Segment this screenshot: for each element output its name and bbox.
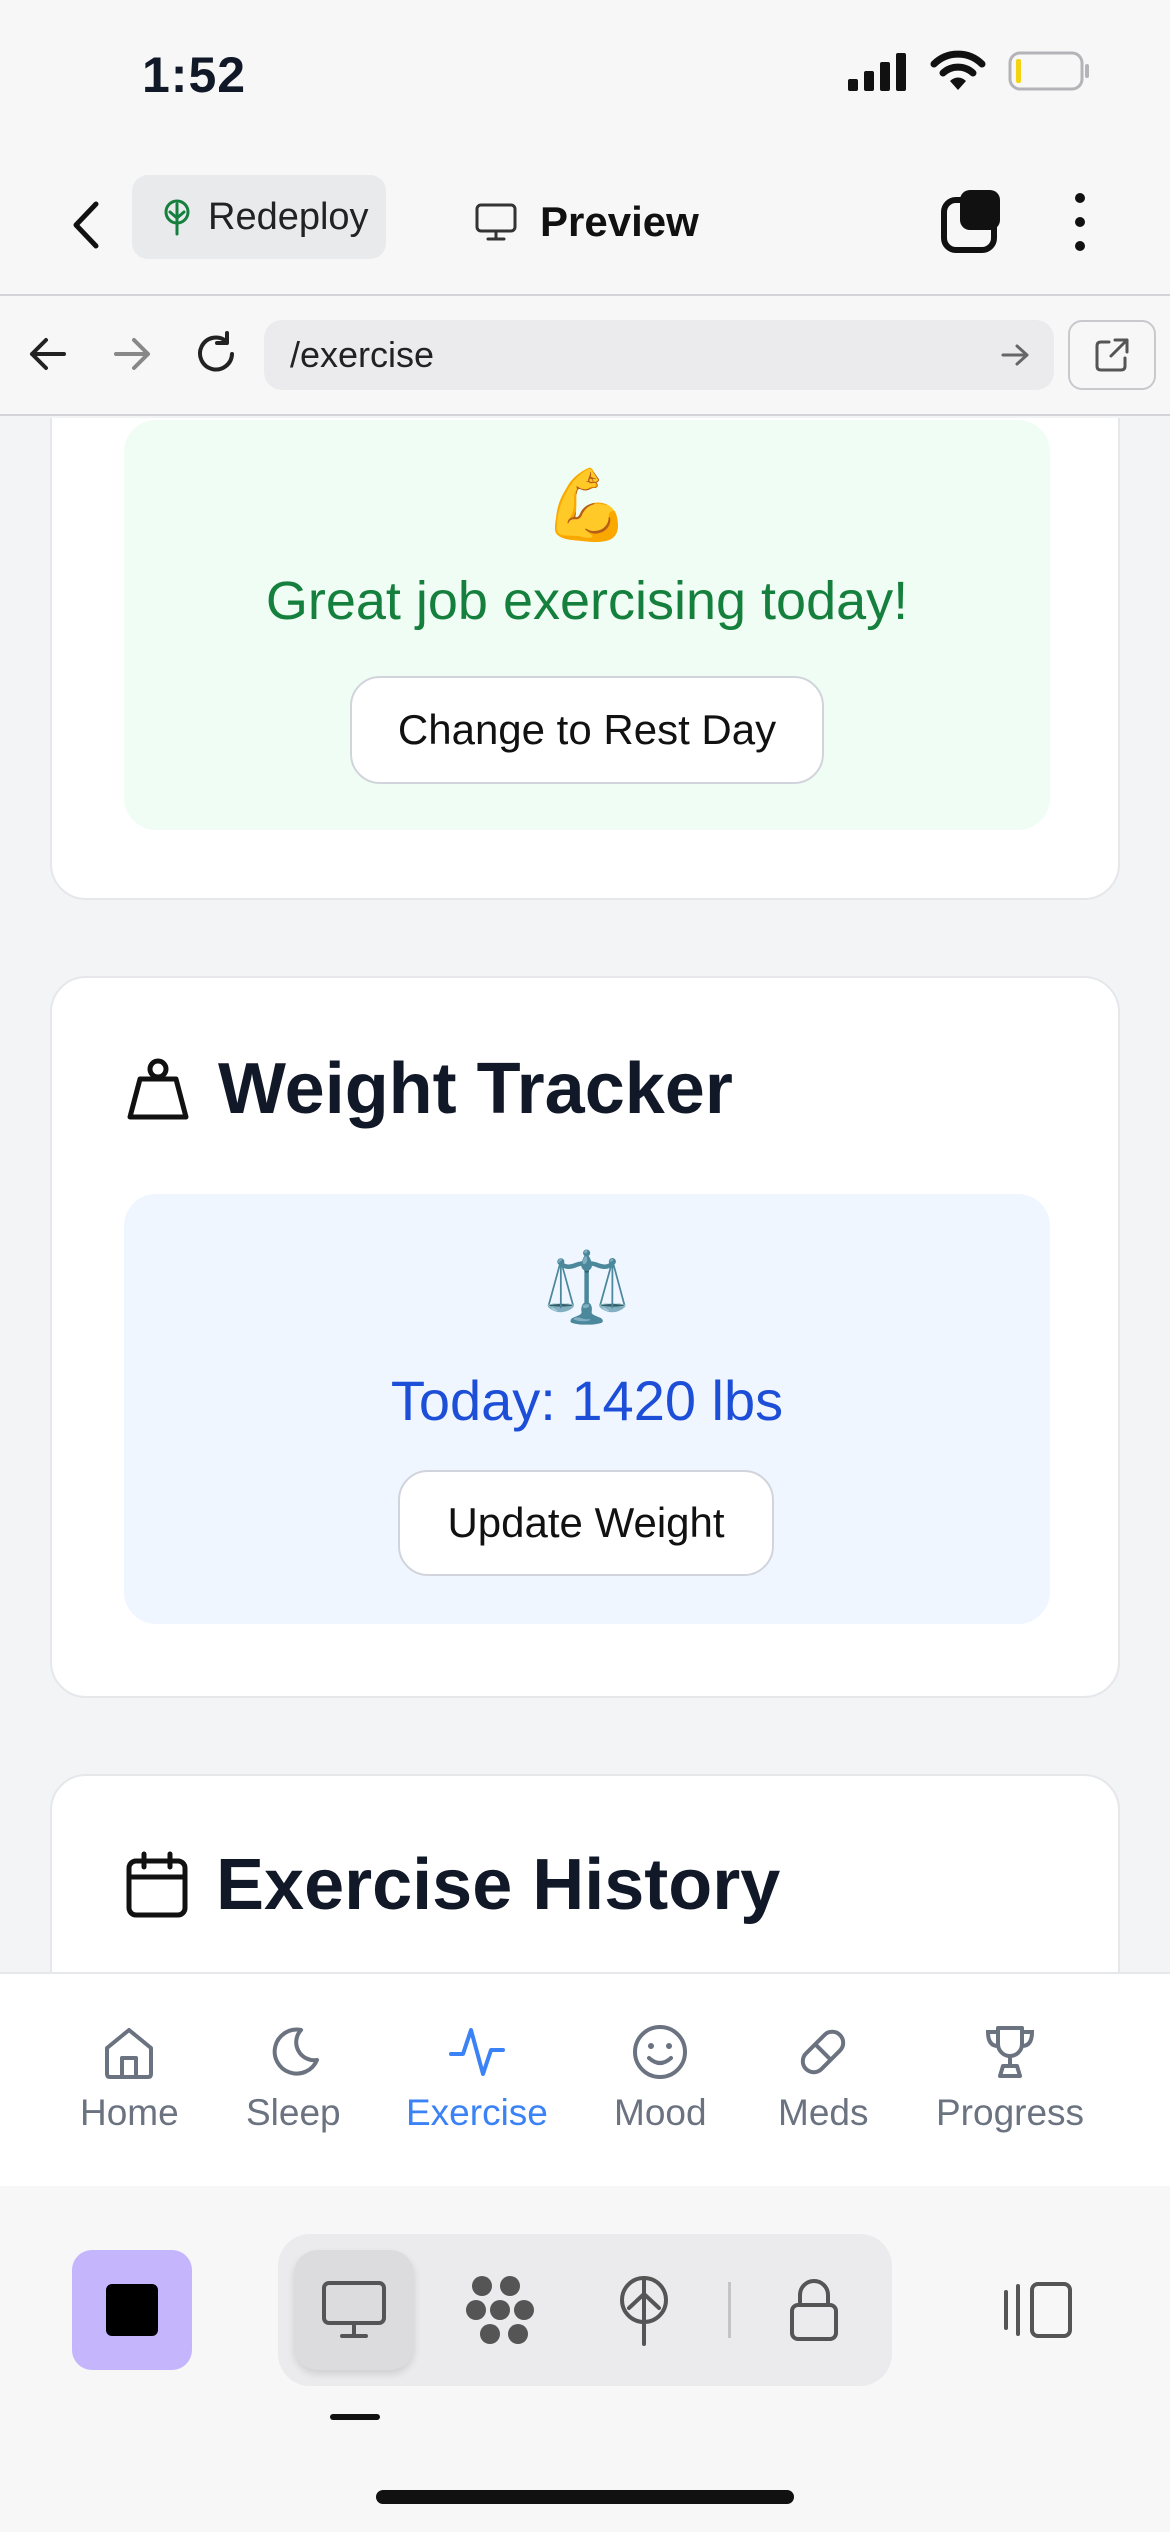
- preview-tab[interactable]: Preview: [474, 190, 699, 254]
- exercise-status-card: 💪 Great job exercising today! Change to …: [50, 418, 1120, 900]
- chevron-left-icon: [73, 201, 99, 249]
- smile-icon: [633, 2025, 688, 2079]
- tabs-icon: [941, 190, 1000, 253]
- pill-icon: [801, 2029, 846, 2075]
- status-bar: 1:52: [0, 0, 1170, 150]
- browser-forward-button[interactable]: [102, 324, 162, 384]
- browser-back-button[interactable]: [18, 324, 78, 384]
- nav-item-mood[interactable]: Mood: [614, 2022, 707, 2134]
- nav-item-progress[interactable]: Progress: [936, 2022, 1084, 2134]
- split-view-button[interactable]: [990, 2250, 1086, 2370]
- battery-icon: [1008, 51, 1089, 91]
- lock-tool-button[interactable]: [754, 2250, 874, 2370]
- more-options-button[interactable]: [1056, 186, 1104, 258]
- redeploy-button[interactable]: Redeploy: [132, 175, 386, 259]
- nav-label-home: Home: [80, 2092, 179, 2133]
- trophy-icon: [986, 2026, 1035, 2078]
- back-button[interactable]: [56, 190, 116, 260]
- exercise-history-title: Exercise History: [216, 1845, 781, 1925]
- dot-icon: [1075, 241, 1085, 251]
- nav-label-meds: Meds: [778, 2092, 869, 2133]
- moon-icon: [273, 2027, 320, 2076]
- preview-label: Preview: [540, 198, 699, 245]
- lock-icon: [790, 2279, 838, 2341]
- browser-bar: /exercise: [0, 296, 1170, 416]
- exercise-status-panel: 💪 Great job exercising today! Change to …: [124, 420, 1050, 830]
- dot-icon: [1075, 217, 1085, 227]
- preview-tool-button[interactable]: [294, 2250, 414, 2370]
- bottom-toolbar: [0, 2186, 1170, 2532]
- activity-icon: [448, 2028, 505, 2076]
- status-time: 1:52: [142, 47, 247, 103]
- exercise-message: Great job exercising today!: [265, 571, 909, 631]
- tree-icon: [164, 199, 190, 236]
- nav-item-home[interactable]: Home: [80, 2022, 179, 2134]
- home-indicator: [376, 2490, 794, 2504]
- weight-tracker-heading: Weight Tracker: [124, 1048, 733, 1130]
- today-weight: Today: 1420 lbs: [390, 1369, 784, 1432]
- monitor-icon: [475, 203, 517, 241]
- toolbar-divider: [728, 2282, 731, 2338]
- weight-icon: [127, 1058, 189, 1120]
- exercise-history-heading: Exercise History: [124, 1844, 780, 1926]
- stop-icon: [106, 2284, 158, 2336]
- split-view-icon: [1004, 2282, 1072, 2338]
- status-icons: [846, 50, 1090, 92]
- flexed-biceps-icon: 💪: [543, 466, 631, 544]
- redeploy-label: Redeploy: [208, 195, 369, 238]
- signal-icon: [848, 53, 906, 91]
- nav-label-mood: Mood: [614, 2092, 707, 2133]
- arrow-right-icon: [114, 338, 150, 370]
- weight-panel: ⚖️ Today: 1420 lbs Update Weight: [124, 1194, 1050, 1624]
- page-content[interactable]: 💪 Great job exercising today! Change to …: [0, 418, 1170, 1972]
- weight-tracker-card: Weight Tracker ⚖️ Today: 1420 lbs Update…: [50, 976, 1120, 1698]
- active-tool-indicator: [330, 2414, 380, 2420]
- monitor-icon: [322, 2281, 386, 2338]
- deploy-icon: [620, 2276, 668, 2346]
- nav-item-sleep[interactable]: Sleep: [246, 2022, 341, 2134]
- apps-icon: [466, 2276, 534, 2344]
- nav-label-exercise: Exercise: [406, 2092, 548, 2133]
- url-text: /exercise: [290, 334, 435, 375]
- balance-scale-icon: ⚖️: [543, 1248, 631, 1326]
- home-icon: [105, 2028, 154, 2079]
- app-header: Redeploy Preview: [0, 150, 1170, 296]
- arrow-left-icon: [30, 338, 66, 370]
- bottom-nav: Home Sleep Exercise Mood Meds Progress: [0, 1972, 1170, 2186]
- go-arrow-icon[interactable]: [1000, 342, 1030, 368]
- url-field[interactable]: /exercise: [264, 320, 1054, 390]
- workspace-tool-button[interactable]: [440, 2250, 560, 2370]
- weight-tracker-title: Weight Tracker: [218, 1049, 733, 1129]
- open-external-button[interactable]: [1068, 320, 1156, 390]
- calendar-icon: [126, 1851, 188, 1918]
- tabs-button[interactable]: [940, 186, 1004, 258]
- nav-label-sleep: Sleep: [246, 2092, 341, 2133]
- exercise-history-card: Exercise History: [50, 1774, 1120, 1972]
- nav-item-meds[interactable]: Meds: [778, 2022, 868, 2134]
- deploy-tool-button[interactable]: [584, 2250, 704, 2370]
- reload-button[interactable]: [186, 324, 246, 384]
- nav-label-progress: Progress: [936, 2092, 1085, 2133]
- reload-icon: [198, 331, 234, 372]
- change-to-rest-day-button[interactable]: Change to Rest Day: [350, 676, 824, 784]
- external-link-icon: [1095, 338, 1129, 372]
- update-weight-button[interactable]: Update Weight: [398, 1470, 774, 1576]
- tool-group: [278, 2234, 892, 2386]
- stop-button[interactable]: [72, 2250, 192, 2370]
- dot-icon: [1075, 193, 1085, 203]
- wifi-icon: [930, 50, 986, 90]
- nav-item-exercise[interactable]: Exercise: [406, 2022, 548, 2134]
